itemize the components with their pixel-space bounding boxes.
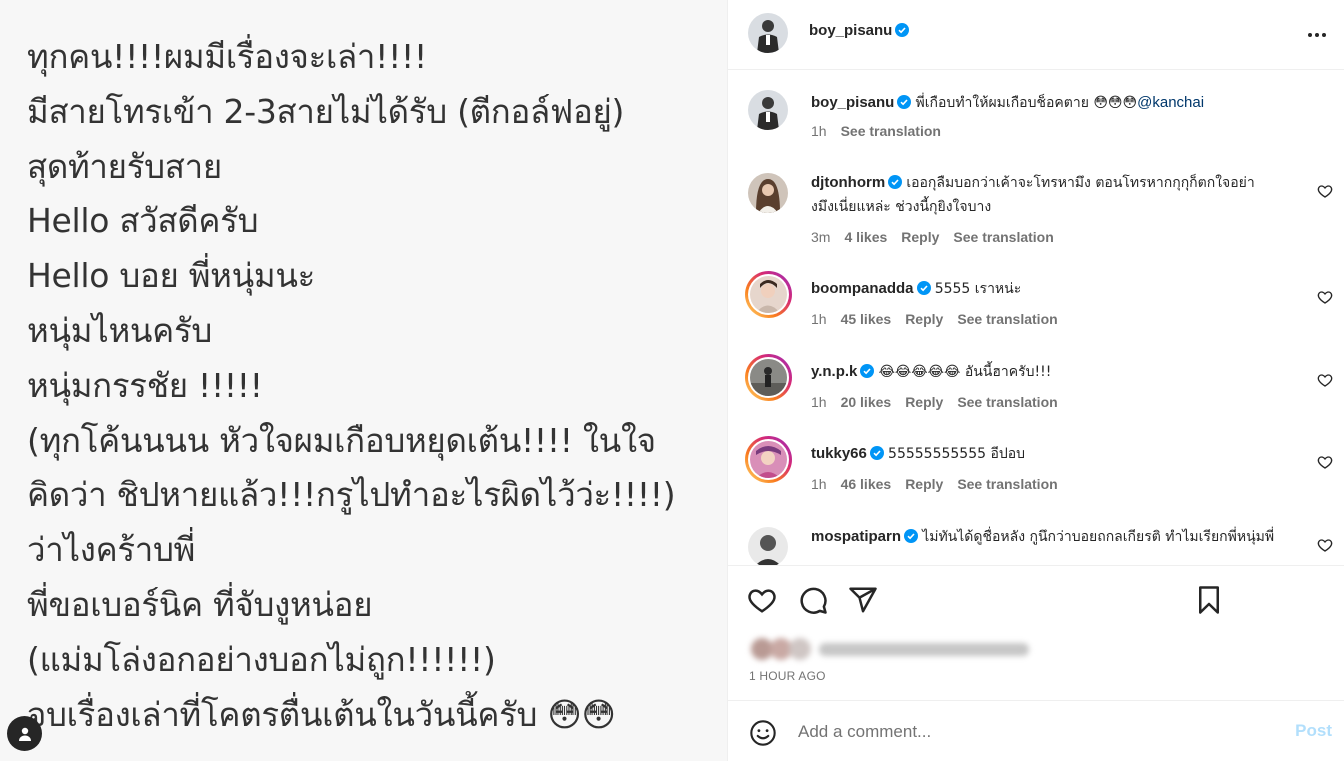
see-translation-link[interactable]: See translation <box>953 229 1053 245</box>
liked-by-summary[interactable] <box>749 636 1034 664</box>
post-image: ทุกคน!!!!ผมมีเรื่องจะเล่า!!!! มีสายโทรเข… <box>0 0 727 761</box>
post-line: ทุกคน!!!!ผมมีเรื่องจะเล่า!!!! <box>27 37 427 76</box>
tagged-users-button[interactable] <box>7 716 42 751</box>
comment-username[interactable]: y.n.p.k <box>811 363 857 380</box>
post-sidebar: boy_pisanu boy_pisanu พี่เกือบทำให้ผมเกื… <box>727 0 1344 761</box>
see-translation-link[interactable]: See translation <box>841 123 941 139</box>
author-name-row: boy_pisanu <box>809 22 910 40</box>
heart-icon[interactable] <box>1317 183 1333 199</box>
avatar[interactable] <box>748 527 788 565</box>
add-comment-bar: Post <box>728 700 1344 761</box>
comment-body: boy_pisanu พี่เกือบทำให้ผมเกือบช็อคตาย 😳… <box>811 91 1291 115</box>
comment-body: mospatiparn ไม่ทันได้ดูชื่อหลัง กูนึกว่า… <box>811 525 1291 549</box>
post-line: Hello บอย พี่หนุ่มนะ <box>27 256 316 296</box>
avatar[interactable] <box>745 271 792 318</box>
comment-text: ไม่ทันได้ดูชื่อหลัง กูนึกว่าบอยถกลเกียรต… <box>922 529 1275 545</box>
comment-username[interactable]: mospatiparn <box>811 528 901 545</box>
comment-text: 😂😂😂😂😂 อันนี้ฮาครับ!!! <box>878 364 1052 380</box>
emoji-icon[interactable] <box>749 719 777 747</box>
post-line: พี่ขอเบอร์นิค ที่จับงูหน่อย <box>27 584 373 624</box>
comment-likes[interactable]: 45 likes <box>841 311 892 327</box>
avatar[interactable] <box>745 436 792 483</box>
more-horizontal-icon[interactable] <box>1306 24 1328 46</box>
post-line: สุดท้ายรับสาย <box>27 146 222 186</box>
reply-button[interactable]: Reply <box>905 311 943 327</box>
post-line: หนุ่มกรรชัย !!!!! <box>27 365 263 405</box>
comments-list[interactable]: boy_pisanu พี่เกือบทำให้ผมเกือบช็อคตาย 😳… <box>728 71 1344 565</box>
heart-icon[interactable] <box>1317 372 1333 388</box>
comment-body: boompanadda 5555 เราหน่ะ <box>811 277 1291 301</box>
post-timestamp[interactable]: 1 HOUR AGO <box>749 669 826 683</box>
avatar[interactable] <box>745 354 792 401</box>
comment-meta: 1h 45 likes Reply See translation <box>811 311 1072 327</box>
post-actions: 1 HOUR AGO <box>728 565 1344 700</box>
comment-text: พี่เกือบทำให้ผมเกือบช็อคตาย 😳😳😳 <box>915 95 1138 111</box>
comment-time: 1h <box>811 123 827 139</box>
comment-time: 1h <box>811 311 827 327</box>
user-icon <box>18 727 31 741</box>
comment-time: 1h <box>811 476 827 492</box>
comment-likes[interactable]: 4 likes <box>844 229 887 245</box>
see-translation-link[interactable]: See translation <box>957 476 1057 492</box>
post-line: หนุ่มไหนครับ <box>27 310 213 350</box>
heart-icon[interactable] <box>1317 454 1333 470</box>
verified-badge-icon <box>897 95 912 109</box>
author-username[interactable]: boy_pisanu <box>809 22 892 39</box>
verified-badge-icon <box>895 23 910 37</box>
comment-body: tukky66 55555555555 อีปอบ <box>811 442 1291 466</box>
reply-button[interactable]: Reply <box>905 476 943 492</box>
verified-badge-icon <box>869 446 884 460</box>
verified-badge-icon <box>888 175 903 189</box>
post-line: (แม่มโล่งอกอย่างบอกไม่ถูก!!!!!!) <box>27 639 496 679</box>
comment-meta: 1h 46 likes Reply See translation <box>811 476 1072 492</box>
comment-body: y.n.p.k 😂😂😂😂😂 อันนี้ฮาครับ!!! <box>811 360 1291 384</box>
comment-time: 3m <box>811 229 831 245</box>
comment-username[interactable]: tukky66 <box>811 445 867 462</box>
avatar[interactable] <box>748 90 788 130</box>
post-line: ว่าไงคร้าบพี่ <box>27 530 196 570</box>
verified-badge-icon <box>904 529 919 543</box>
comment-username[interactable]: boompanadda <box>811 280 914 297</box>
heart-icon[interactable] <box>1317 289 1333 305</box>
comment-body: djtonhorm เออกุลืมบอกว่าเค้าจะโทรหามึง ต… <box>811 171 1291 219</box>
see-translation-link[interactable]: See translation <box>957 394 1057 410</box>
verified-badge-icon <box>916 281 931 295</box>
comment-likes[interactable]: 46 likes <box>841 476 892 492</box>
comment-likes[interactable]: 20 likes <box>841 394 892 410</box>
post-line: Hello สวัสดีครับ <box>27 201 259 241</box>
post-text: ทุกคน!!!!ผมมีเรื่องจะเล่า!!!! มีสายโทรเข… <box>27 30 676 742</box>
post-header: boy_pisanu <box>728 0 1344 70</box>
mention-link[interactable]: @kanchai <box>1137 94 1204 111</box>
comment-text: 5555 เราหน่ะ <box>934 281 1022 297</box>
comment-input[interactable] <box>798 719 1268 745</box>
comment-username[interactable]: djtonhorm <box>811 174 885 191</box>
share-paper-plane-icon[interactable] <box>848 585 878 615</box>
author-avatar[interactable] <box>748 13 788 53</box>
reply-button[interactable]: Reply <box>905 394 943 410</box>
heart-icon[interactable] <box>1317 537 1333 553</box>
post-line: มีสายโทรเข้า 2-3สายไม่ได้รับ (ตีกอล์ฟอยู… <box>27 91 625 131</box>
post-line: (ทุกโค้นนนน หัวใจผมเกือบหยุดเต้น!!!! ในใ… <box>27 420 656 460</box>
bookmark-icon[interactable] <box>1194 585 1224 615</box>
post-line: คิดว่า ชิปหายแล้ว!!!กรูไปทำอะไรผิดไว้ว่ะ… <box>27 475 676 515</box>
comment-meta: 1h See translation <box>811 123 955 139</box>
reply-button[interactable]: Reply <box>901 229 939 245</box>
see-translation-link[interactable]: See translation <box>957 311 1057 327</box>
post-line: จบเรื่องเล่าที่โคตรตื่นเต้นในวันนี้ครับ … <box>27 694 616 734</box>
post-comment-button[interactable]: Post <box>1295 721 1332 741</box>
verified-badge-icon <box>860 364 875 378</box>
comment-username[interactable]: boy_pisanu <box>811 94 894 111</box>
comment-meta: 1h 20 likes Reply See translation <box>811 394 1072 410</box>
comment-time: 1h <box>811 394 827 410</box>
avatar[interactable] <box>748 173 788 213</box>
comment-meta: 3m 4 likes Reply See translation <box>811 229 1068 245</box>
comment-bubble-icon[interactable] <box>798 585 828 615</box>
like-heart-icon[interactable] <box>747 585 777 615</box>
comment-text: 55555555555 อีปอบ <box>888 446 1026 462</box>
